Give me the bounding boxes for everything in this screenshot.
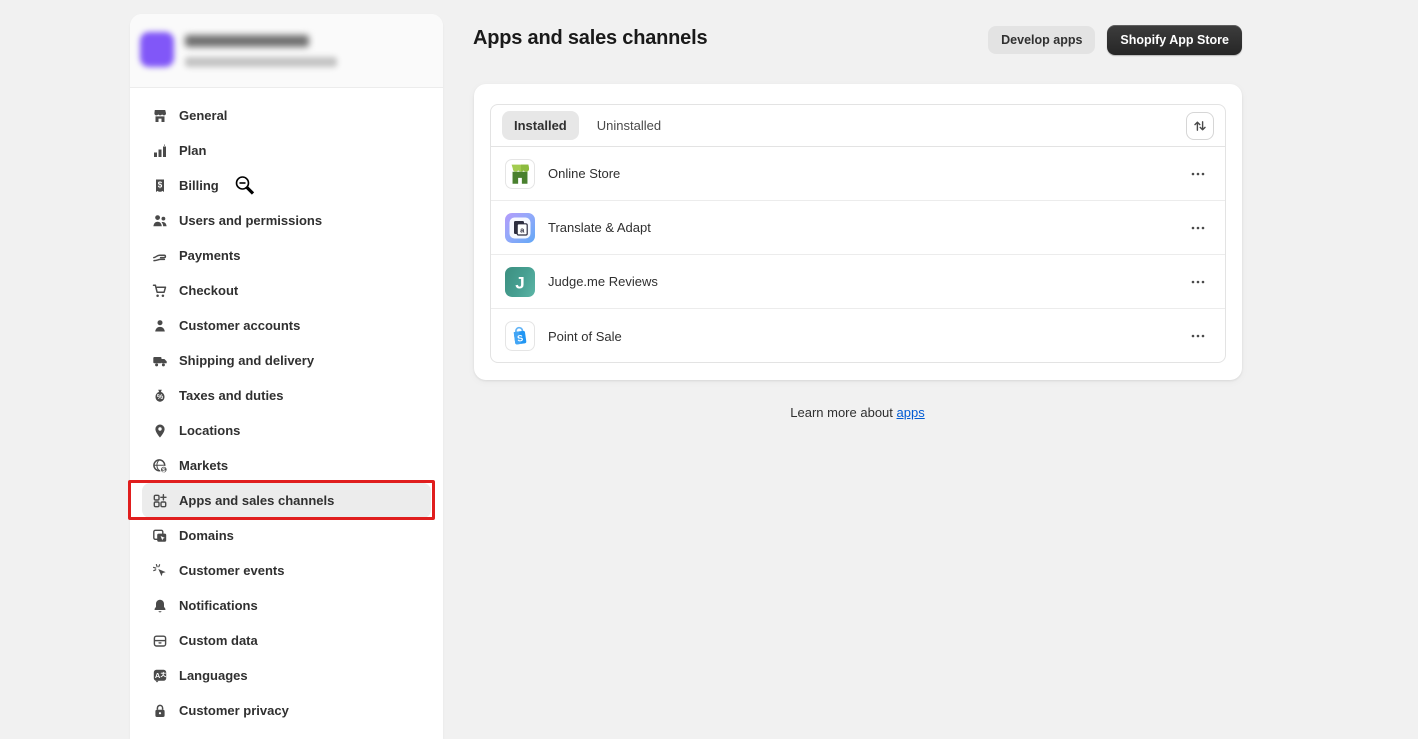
tab-uninstalled[interactable]: Uninstalled [585, 111, 673, 140]
sidebar-item-label: Checkout [179, 283, 238, 298]
sidebar-item-label: General [179, 108, 227, 123]
sidebar-item-billing[interactable]: $ Billing [142, 168, 431, 203]
sidebar-item-label: Domains [179, 528, 234, 543]
sidebar-item-label: Customer accounts [179, 318, 300, 333]
sort-button[interactable] [1186, 112, 1214, 140]
sidebar-item-label: Customer events [179, 563, 284, 578]
row-menu-button[interactable] [1183, 267, 1213, 297]
sidebar-item-label: Notifications [179, 598, 258, 613]
app-name: Point of Sale [548, 329, 622, 344]
apps-list-box: Installed Uninstalled Online Store [490, 104, 1226, 363]
point-of-sale-icon: S [505, 321, 535, 351]
row-menu-button[interactable] [1183, 213, 1213, 243]
judgeme-icon: J [505, 267, 535, 297]
sidebar-item-payments[interactable]: Payments [142, 238, 431, 273]
svg-text:J: J [515, 273, 524, 292]
translate-icon: A [152, 668, 168, 684]
location-pin-icon [152, 423, 168, 439]
sidebar-item-label: Locations [179, 423, 240, 438]
translate-adapt-icon: a [505, 213, 535, 243]
store-icon [152, 108, 168, 124]
sidebar-item-checkout[interactable]: Checkout [142, 273, 431, 308]
person-icon [152, 318, 168, 334]
app-name: Online Store [548, 166, 620, 181]
app-row-point-of-sale: S Point of Sale [491, 309, 1225, 363]
receipt-dollar-icon: $ [152, 178, 168, 194]
sidebar-item-label: Custom data [179, 633, 258, 648]
app-name: Translate & Adapt [548, 220, 651, 235]
sidebar-item-label: Languages [179, 668, 248, 683]
sidebar-item-label: Payments [179, 248, 240, 263]
sidebar-item-label: Taxes and duties [179, 388, 284, 403]
learn-more-text: Learn more about [790, 405, 893, 420]
ellipsis-icon [1190, 166, 1206, 182]
sidebar-item-taxes-and-duties[interactable]: % Taxes and duties [142, 378, 431, 413]
sort-arrows-icon [1192, 118, 1208, 134]
cursor-click-icon [152, 563, 168, 579]
cart-icon [152, 283, 168, 299]
lock-icon [152, 703, 168, 719]
store-email-blurred [185, 57, 337, 67]
app-row-judgeme-reviews: J Judge.me Reviews [491, 255, 1225, 309]
sidebar-item-label: Apps and sales channels [179, 493, 334, 508]
sidebar-item-locations[interactable]: Locations [142, 413, 431, 448]
sidebar-item-customer-events[interactable]: Customer events [142, 553, 431, 588]
sidebar-item-customer-privacy[interactable]: Customer privacy [142, 693, 431, 728]
sidebar-item-users-and-permissions[interactable]: Users and permissions [142, 203, 431, 238]
sidebar-item-general[interactable]: General [142, 98, 431, 133]
sidebar-item-languages[interactable]: A Languages [142, 658, 431, 693]
settings-sidebar: General Plan $ Billing Users and permiss… [130, 14, 443, 739]
svg-text:$: $ [158, 180, 163, 189]
page-title: Apps and sales channels [473, 27, 707, 50]
bell-icon [152, 598, 168, 614]
globe-dollar-icon: $ [152, 458, 168, 474]
ellipsis-icon [1190, 220, 1206, 236]
settings-nav: General Plan $ Billing Users and permiss… [130, 88, 443, 728]
svg-text:A: A [155, 671, 161, 680]
header-actions: Develop apps Shopify App Store [900, 25, 1242, 55]
shopify-app-store-button[interactable]: Shopify App Store [1107, 25, 1242, 55]
domains-icon [152, 528, 168, 544]
hand-payment-icon [152, 248, 168, 264]
tab-installed[interactable]: Installed [502, 111, 579, 140]
truck-icon [152, 353, 168, 369]
sidebar-item-label: Users and permissions [179, 213, 322, 228]
sidebar-item-domains[interactable]: Domains [142, 518, 431, 553]
sidebar-item-customer-accounts[interactable]: Customer accounts [142, 308, 431, 343]
develop-apps-button[interactable]: Develop apps [988, 26, 1095, 54]
apps-tab-bar: Installed Uninstalled [491, 105, 1225, 147]
store-avatar [140, 32, 174, 67]
sidebar-item-label: Plan [179, 143, 206, 158]
sidebar-item-plan[interactable]: Plan [142, 133, 431, 168]
bar-chart-icon [152, 143, 168, 159]
sidebar-item-markets[interactable]: $ Markets [142, 448, 431, 483]
app-row-online-store: Online Store [491, 147, 1225, 201]
apps-link[interactable]: apps [897, 405, 925, 420]
money-bag-percent-icon: % [152, 388, 168, 404]
sidebar-item-label: Markets [179, 458, 228, 473]
sidebar-item-label: Billing [179, 178, 219, 193]
sidebar-item-custom-data[interactable]: Custom data [142, 623, 431, 658]
apps-grid-plus-icon [152, 493, 168, 509]
data-box-icon [152, 633, 168, 649]
sidebar-item-shipping-and-delivery[interactable]: Shipping and delivery [142, 343, 431, 378]
store-name-blurred [185, 35, 309, 47]
learn-more-footer: Learn more about apps [473, 405, 1242, 420]
online-store-icon [505, 159, 535, 189]
row-menu-button[interactable] [1183, 321, 1213, 351]
ellipsis-icon [1190, 274, 1206, 290]
sidebar-item-label: Customer privacy [179, 703, 289, 718]
ellipsis-icon [1190, 328, 1206, 344]
users-icon [152, 213, 168, 229]
app-row-translate-adapt: a Translate & Adapt [491, 201, 1225, 255]
apps-card: Installed Uninstalled Online Store [474, 84, 1242, 380]
row-menu-button[interactable] [1183, 159, 1213, 189]
svg-text:%: % [157, 394, 164, 401]
store-header[interactable] [130, 14, 443, 88]
sidebar-item-apps-and-sales-channels[interactable]: Apps and sales channels [142, 483, 431, 518]
sidebar-item-label: Shipping and delivery [179, 353, 314, 368]
app-name: Judge.me Reviews [548, 274, 658, 289]
sidebar-item-notifications[interactable]: Notifications [142, 588, 431, 623]
